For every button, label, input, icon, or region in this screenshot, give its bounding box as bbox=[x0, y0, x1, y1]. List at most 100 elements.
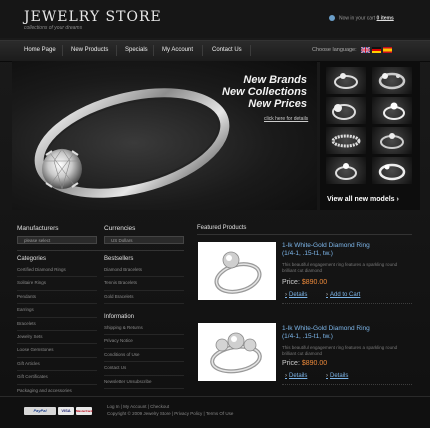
category-item[interactable]: Earrings bbox=[17, 304, 97, 318]
bestsellers-list: Diamond Bracelets Tennis Bracelets Gold … bbox=[104, 264, 184, 305]
information-item[interactable]: Contact Us bbox=[104, 362, 184, 376]
nav-my-account[interactable]: My Account bbox=[162, 47, 193, 53]
information-item[interactable]: Conditions of Use bbox=[104, 349, 184, 363]
category-item[interactable]: Gift Certificates bbox=[17, 371, 97, 385]
nav-divider bbox=[153, 45, 154, 56]
bestseller-item[interactable]: Gold Bracelets bbox=[104, 291, 184, 305]
bestseller-item[interactable]: Diamond Bracelets bbox=[104, 264, 184, 278]
product-divider bbox=[282, 303, 412, 305]
information-title: Information bbox=[104, 314, 135, 320]
footer-links[interactable]: Log In | My Account | Checkout bbox=[107, 404, 169, 409]
product-name-line: 1-lk White-Gold Diamond Ring bbox=[282, 242, 370, 249]
copyright-text: Copyright © 2009 Jewelry Store | Privacy… bbox=[107, 411, 234, 416]
information-item[interactable]: Shipping & Returns bbox=[104, 322, 184, 336]
thumb-ring-5[interactable] bbox=[326, 127, 366, 154]
arrow-right-icon: › bbox=[326, 292, 328, 298]
uk-flag-icon[interactable] bbox=[361, 47, 370, 53]
product-image[interactable] bbox=[198, 323, 276, 381]
view-all-label: View all new models bbox=[327, 196, 395, 203]
manufacturers-select[interactable]: please select bbox=[17, 236, 97, 244]
category-item[interactable]: Loose Gemstones bbox=[17, 344, 97, 358]
banner-headline-1: New Brands bbox=[243, 74, 307, 86]
information-item[interactable]: Newsletter Unsubscribe bbox=[104, 376, 184, 389]
nav-home-page[interactable]: Home Page bbox=[24, 47, 56, 53]
details-link[interactable]: › Details bbox=[285, 373, 307, 379]
de-flag-icon[interactable] bbox=[372, 47, 381, 53]
details-label: Details bbox=[289, 373, 308, 379]
nav-divider bbox=[250, 45, 251, 56]
visa-badge: VISA bbox=[58, 407, 74, 415]
product-description: This beautiful engagement ring features … bbox=[282, 262, 398, 273]
ring-product-icon bbox=[210, 332, 262, 374]
product-description: This beautiful engagement ring features … bbox=[282, 345, 398, 356]
category-item[interactable]: Solitaire Rings bbox=[17, 277, 97, 291]
nav-divider bbox=[202, 45, 203, 56]
thumb-ring-3[interactable] bbox=[326, 97, 366, 124]
manufacturers-title: Manufacturers bbox=[17, 225, 59, 232]
product-image[interactable] bbox=[198, 242, 276, 300]
thumb-ring-4[interactable] bbox=[372, 97, 412, 124]
nav-specials[interactable]: Specials bbox=[125, 47, 148, 53]
product-name-1[interactable]: 1-lk White-Gold Diamond Ring (1/4-1, .15-… bbox=[282, 242, 370, 258]
product-name-2[interactable]: 1-lk White-Gold Diamond Ring (1/4-1, .15-… bbox=[282, 325, 370, 341]
cart-items-link[interactable]: 0 items bbox=[377, 15, 394, 21]
cart-summary: Now in your cart 0 items bbox=[329, 15, 394, 21]
ring-thumb-icon bbox=[378, 163, 406, 181]
price-label: Price: bbox=[282, 279, 300, 286]
language-label: Choose language: bbox=[312, 47, 357, 53]
category-item[interactable]: Certified Diamond Rings bbox=[17, 264, 97, 278]
nav-divider bbox=[116, 45, 117, 56]
arrow-right-icon: › bbox=[396, 196, 399, 203]
featured-products-title: Featured Products bbox=[197, 225, 247, 231]
cart-text: Now in your cart bbox=[339, 15, 377, 22]
banner-details-link[interactable]: click here for details bbox=[264, 116, 308, 122]
add-to-cart-link[interactable]: › Add to Cart bbox=[326, 292, 360, 298]
view-all-new-models-link[interactable]: View all new models › bbox=[327, 196, 399, 203]
thumb-ring-6[interactable] bbox=[372, 127, 412, 154]
category-item[interactable]: Bracelets bbox=[17, 318, 97, 331]
arrow-right-icon: › bbox=[285, 292, 287, 298]
thumb-ring-7[interactable] bbox=[326, 157, 366, 184]
price-value: $890.00 bbox=[301, 360, 328, 367]
page: JEWELRY STORE collections of your dreams… bbox=[0, 0, 430, 428]
sidebar-divider bbox=[17, 250, 184, 251]
ring-thumb-icon bbox=[331, 134, 361, 148]
ring-product-icon bbox=[214, 251, 262, 294]
category-item[interactable]: Gift Articles bbox=[17, 358, 97, 372]
arrow-right-icon: › bbox=[285, 373, 287, 379]
logo-title[interactable]: JEWELRY STORE bbox=[24, 9, 162, 25]
thumb-ring-8[interactable] bbox=[372, 157, 412, 184]
thumb-ring-2[interactable] bbox=[372, 67, 412, 94]
category-item[interactable]: Pendants bbox=[17, 291, 97, 305]
category-item[interactable]: Jewelry Sets bbox=[17, 331, 97, 345]
bestseller-item[interactable]: Tennis Bracelets bbox=[104, 277, 184, 291]
products-divider bbox=[197, 234, 412, 235]
information-list: Shipping & Returns Privacy Notice Condit… bbox=[104, 322, 184, 389]
nav-contact-us[interactable]: Contact Us bbox=[212, 47, 242, 53]
currencies-select[interactable]: US Dollars bbox=[104, 236, 184, 244]
categories-list: Certified Diamond Rings Solitaire Rings … bbox=[17, 264, 97, 398]
product-name-line: (1/4-1, .15-t1, tw.) bbox=[282, 250, 333, 257]
nav-new-products[interactable]: New Products bbox=[71, 47, 108, 53]
es-flag-icon[interactable] bbox=[383, 47, 392, 53]
paypal-badge: PayPal bbox=[24, 407, 56, 415]
information-item[interactable]: Privacy Notice bbox=[104, 335, 184, 349]
product-divider bbox=[282, 384, 412, 386]
price-value: $890.00 bbox=[301, 279, 328, 286]
main-nav: Home Page New Products Specials My Accou… bbox=[0, 40, 430, 62]
header: JEWELRY STORE collections of your dreams… bbox=[0, 0, 430, 38]
thumb-ring-1[interactable] bbox=[326, 67, 366, 94]
new-models-gallery bbox=[320, 61, 420, 210]
add-to-cart-label: Add to Cart bbox=[330, 292, 361, 298]
cart-icon bbox=[329, 15, 335, 21]
details-link[interactable]: › Details bbox=[285, 292, 307, 298]
price-label: Price: bbox=[282, 360, 300, 367]
categories-title: Categories bbox=[17, 256, 47, 262]
details-label: Details bbox=[289, 292, 308, 298]
promo-banner[interactable]: New Brands New Collections New Prices cl… bbox=[12, 61, 317, 210]
details-link[interactable]: › Details bbox=[326, 373, 348, 379]
ring-thumb-icon bbox=[332, 104, 356, 120]
nav-divider bbox=[62, 45, 63, 56]
product-price: Price: $890.00 bbox=[282, 279, 327, 286]
mastercard-badge: MasterCard bbox=[76, 407, 93, 415]
